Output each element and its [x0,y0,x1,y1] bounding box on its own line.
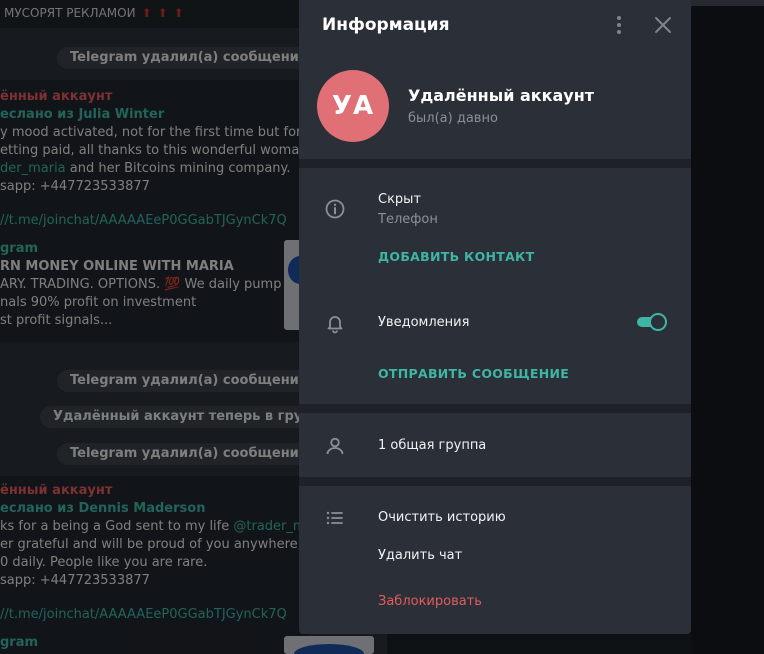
service-message: Telegram удалил(а) сообщение: [57,47,326,69]
profile-name: Удалённый аккаунт [408,86,595,105]
phone-value[interactable]: Скрыт [378,192,421,207]
mention-link[interactable]: der_maria [0,161,66,176]
service-message: Telegram удалил(а) сообщение: [57,370,326,392]
arrow-up-icon: ⬆⬆⬆ [141,6,190,20]
close-icon[interactable] [651,13,675,37]
message-line: 0 daily. People like you are rare. [0,555,208,570]
panel-title: Информация [322,15,450,35]
link-preview-image[interactable] [284,636,374,654]
panel-header: Информация [299,0,691,50]
forwarded-from[interactable]: еслано из Dennis Maderson [0,500,310,518]
user-icon [323,434,347,458]
message-sender: ённый аккаунт [0,483,113,498]
user-info-panel: Информация УА Удалённый аккаунт был(а) д… [299,0,691,634]
chat-message[interactable]: ённый аккаунт ес​лано из Julia Winter y … [0,80,310,230]
message-line: sapp: +447723533877 [0,573,150,588]
message-line: er grateful and will be proud of you any… [0,537,310,552]
invite-link[interactable]: //t.me/joinchat/AAAAAEeP0GGabTJGynCk7Q [0,606,310,624]
delete-chat-item[interactable]: Удалить чат [378,548,462,563]
channel-name[interactable]: gram [0,240,310,258]
clear-history-item[interactable]: Очистить историю [378,510,506,525]
pinned-text: МУСОРЯТ РЕКЛАМОИ [4,6,136,20]
chat-message[interactable]: ённый аккаунт еслано из Dennis Maderson … [0,476,310,654]
message-line: der_maria and her Bitcoins mining compan… [0,161,291,176]
message-line: etting paid, all thanks to this wonderfu… [0,143,308,158]
more-options-icon[interactable] [607,13,631,37]
right-top-bar [691,0,764,6]
channel-name[interactable]: gram [0,634,310,652]
send-message-button[interactable]: ОТПРАВИТЬ СООБЩЕНИЕ [378,366,569,381]
service-message: Telegram удалил(а) сообщение: [57,443,326,465]
list-icon [323,506,347,530]
bell-icon [323,311,347,335]
message-line: RN MONEY ONLINE WITH MARIA [0,259,234,274]
service-message: Удалённый аккаунт теперь в группе [40,406,343,428]
avatar[interactable]: УА [317,70,389,142]
info-icon [323,197,347,221]
block-user-item[interactable]: Заблокировать [378,594,482,609]
message-line: sapp: +447723533877 [0,179,150,194]
notifications-label: Уведомления [378,315,470,330]
message-line: ARY. TRADING. OPTIONS. 💯 We daily pump [0,277,282,292]
common-groups-item[interactable]: 1 общая группа [378,438,486,453]
profile-status: был(а) давно [408,111,498,126]
invite-link[interactable]: //t.me/joinchat/AAAAAEeP0GGabTJGynCk7Q [0,212,310,230]
add-contact-button[interactable]: ДОБАВИТЬ КОНТАКТ [378,249,534,264]
message-sender: ённый аккаунт [0,89,113,104]
message-line: ks for a being a God sent to my life @tr… [0,518,310,536]
section-divider [299,477,691,486]
message-line: nals 90% profit on investment [0,295,197,310]
right-backdrop [691,0,764,654]
section-divider [299,159,691,168]
forwarded-from[interactable]: ес​лано из Julia Winter [0,106,310,124]
message-line: st profit signals... [0,313,113,328]
chat-message[interactable]: gram RN MONEY ONLINE WITH MARIA ARY. TRA… [0,230,310,342]
message-line: y mood activated, not for the first time… [0,125,310,140]
notifications-toggle[interactable] [637,313,667,331]
section-divider [299,404,691,413]
phone-label: Телефон [378,212,438,227]
